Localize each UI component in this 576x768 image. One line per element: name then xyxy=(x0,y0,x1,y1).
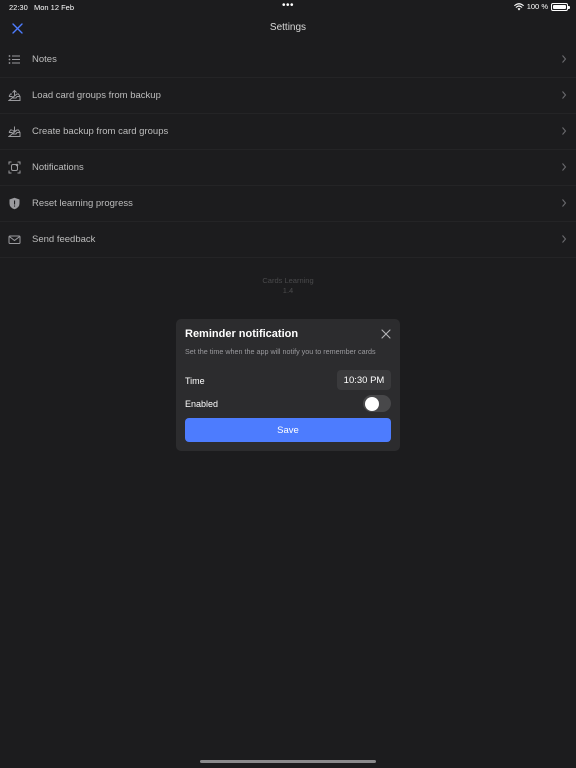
battery-percent: 100 % xyxy=(526,2,548,11)
app-version: 1.4 xyxy=(282,286,294,295)
enabled-label: Enabled xyxy=(185,399,219,409)
settings-item-label: Reset learning progress xyxy=(32,198,133,209)
app-name: Cards Learning xyxy=(262,276,314,285)
close-icon[interactable] xyxy=(381,329,391,339)
app-info: Cards Learning 1.4 xyxy=(0,276,576,296)
chevron-right-icon xyxy=(562,199,567,207)
battery-icon xyxy=(551,2,570,11)
header: Settings xyxy=(0,14,576,42)
dialog-title: Reminder notification xyxy=(185,328,299,340)
wifi-icon xyxy=(513,2,524,10)
chevron-right-icon xyxy=(562,55,567,63)
chevron-right-icon xyxy=(562,235,567,243)
status-bar: 22:30 Mon 12 Feb ••• 100 % xyxy=(0,0,576,14)
settings-item-label: Load card groups from backup xyxy=(32,90,161,101)
shield-icon xyxy=(9,197,20,210)
multitasking-dots[interactable]: ••• xyxy=(282,0,294,11)
settings-list: Notes Load card groups from backup Creat… xyxy=(0,42,576,258)
enabled-toggle[interactable] xyxy=(363,395,391,412)
envelope-icon xyxy=(8,235,21,244)
chevron-right-icon xyxy=(562,127,567,135)
list-icon xyxy=(8,55,20,64)
status-time: 22:30 xyxy=(9,3,28,12)
time-picker[interactable]: 10:30 PM xyxy=(337,370,391,390)
settings-item-label: Notifications xyxy=(32,162,84,173)
settings-item-reset-progress[interactable]: Reset learning progress xyxy=(0,186,576,222)
status-right: 100 % xyxy=(513,2,570,11)
dialog-description: Set the time when the app will notify yo… xyxy=(185,347,376,356)
home-indicator xyxy=(200,760,376,763)
settings-item-send-feedback[interactable]: Send feedback xyxy=(0,222,576,258)
reminder-notification-dialog: Reminder notification Set the time when … xyxy=(176,319,400,451)
chevron-right-icon xyxy=(562,163,567,171)
settings-item-label: Notes xyxy=(32,54,57,65)
settings-item-notes[interactable]: Notes xyxy=(0,42,576,78)
settings-item-create-backup[interactable]: Create backup from card groups xyxy=(0,114,576,150)
settings-item-load-backup[interactable]: Load card groups from backup xyxy=(0,78,576,114)
settings-item-label: Create backup from card groups xyxy=(32,126,169,137)
status-date: Mon 12 Feb xyxy=(34,3,75,12)
settings-item-label: Send feedback xyxy=(32,234,96,245)
tray-upload-icon xyxy=(8,89,21,101)
settings-item-notifications[interactable]: Notifications xyxy=(0,150,576,186)
toggle-knob xyxy=(364,396,379,411)
page-title: Settings xyxy=(269,22,307,33)
time-label: Time xyxy=(185,376,205,386)
tray-download-icon xyxy=(8,126,21,137)
chevron-right-icon xyxy=(562,91,567,99)
save-button[interactable]: Save xyxy=(185,418,391,442)
notification-badge-icon xyxy=(8,161,21,174)
